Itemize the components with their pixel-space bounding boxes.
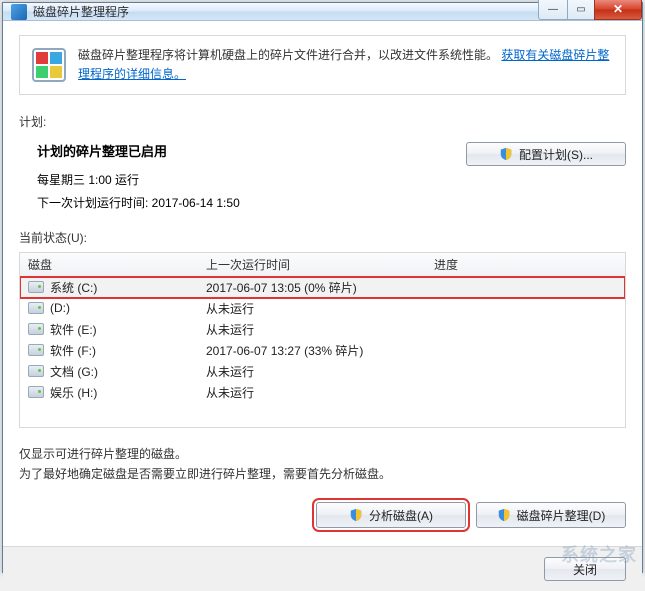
progress-cell	[426, 319, 625, 340]
minimize-button[interactable]: —	[538, 0, 568, 20]
table-row[interactable]: (D:) 从未运行	[20, 298, 625, 319]
status-label: 当前状态(U):	[19, 229, 626, 246]
progress-cell	[426, 340, 625, 361]
defrag-button-label: 磁盘碎片整理(D)	[517, 507, 606, 524]
disk-name: 文档 (G:)	[50, 363, 98, 380]
configure-button-label: 配置计划(S)...	[519, 146, 593, 163]
drive-icon	[28, 365, 44, 377]
drive-icon	[28, 302, 44, 314]
schedule-line2: 下一次计划运行时间: 2017-06-14 1:50	[37, 192, 448, 215]
progress-cell	[426, 361, 625, 382]
analyze-button[interactable]: 分析磁盘(A)	[316, 502, 466, 528]
disk-cell: 软件 (F:)	[20, 340, 198, 361]
last-run-cell: 从未运行	[198, 298, 426, 319]
defrag-window: 磁盘碎片整理程序 — ▭ ✕ 磁盘碎片整理程序将计算机硬盘上的碎片文件进行合并，…	[2, 2, 643, 573]
col-last-header[interactable]: 上一次运行时间	[198, 253, 426, 276]
close-bar: 关闭	[3, 546, 642, 591]
titlebar: 磁盘碎片整理程序 — ▭ ✕	[3, 3, 642, 21]
close-button[interactable]: 关闭	[544, 557, 626, 581]
progress-cell	[426, 382, 625, 403]
disk-name: (D:)	[50, 301, 70, 315]
schedule-line1: 每星期三 1:00 运行	[37, 169, 448, 192]
disk-cell: 系统 (C:)	[20, 277, 198, 298]
shield-icon	[499, 147, 513, 161]
footer-line1: 仅显示可进行碎片整理的磁盘。	[19, 444, 626, 464]
drive-icon	[28, 323, 44, 335]
schedule-row: 计划的碎片整理已启用 每星期三 1:00 运行 下一次计划运行时间: 2017-…	[19, 140, 626, 214]
info-message: 磁盘碎片整理程序将计算机硬盘上的碎片文件进行合并，以改进文件系统性能。 获取有关…	[78, 46, 613, 84]
maximize-button[interactable]: ▭	[567, 0, 595, 20]
app-icon	[11, 4, 27, 20]
table-row[interactable]: 系统 (C:) 2017-06-07 13:05 (0% 碎片)	[20, 277, 625, 298]
schedule-heading: 计划的碎片整理已启用	[37, 140, 448, 165]
configure-schedule-button[interactable]: 配置计划(S)...	[466, 142, 626, 166]
disk-name: 软件 (F:)	[50, 342, 96, 359]
table-row[interactable]: 娱乐 (H:) 从未运行	[20, 382, 625, 403]
window-buttons: — ▭ ✕	[539, 0, 642, 20]
col-progress-header[interactable]: 进度	[426, 253, 625, 276]
progress-cell	[426, 298, 625, 319]
action-row: 分析磁盘(A) 磁盘碎片整理(D)	[19, 502, 626, 528]
schedule-text: 计划的碎片整理已启用 每星期三 1:00 运行 下一次计划运行时间: 2017-…	[19, 140, 448, 214]
last-run-cell: 从未运行	[198, 382, 426, 403]
disk-name: 娱乐 (H:)	[50, 384, 97, 401]
disk-table: 磁盘 上一次运行时间 进度 系统 (C:) 2017-06-07 13:05 (0…	[19, 252, 626, 428]
disk-cell: 软件 (E:)	[20, 319, 198, 340]
defrag-button[interactable]: 磁盘碎片整理(D)	[476, 502, 626, 528]
col-disk-header[interactable]: 磁盘	[20, 253, 198, 276]
drive-icon	[28, 386, 44, 398]
last-run-cell: 从未运行	[198, 361, 426, 382]
last-run-cell: 2017-06-07 13:27 (33% 碎片)	[198, 340, 426, 361]
disk-name: 软件 (E:)	[50, 321, 97, 338]
table-row[interactable]: 文档 (G:) 从未运行	[20, 361, 625, 382]
window-close-button[interactable]: ✕	[594, 0, 642, 20]
content-area: 磁盘碎片整理程序将计算机硬盘上的碎片文件进行合并，以改进文件系统性能。 获取有关…	[3, 21, 642, 546]
footer-note: 仅显示可进行碎片整理的磁盘。 为了最好地确定磁盘是否需要立即进行碎片整理，需要首…	[19, 444, 626, 485]
progress-cell	[426, 277, 625, 298]
disk-name: 系统 (C:)	[50, 279, 97, 296]
analyze-button-label: 分析磁盘(A)	[369, 507, 433, 524]
table-body: 系统 (C:)2017-06-07 13:05 (0% 碎片)(D:)从未运行软…	[20, 277, 625, 403]
drive-icon	[28, 344, 44, 356]
window-title: 磁盘碎片整理程序	[33, 3, 539, 20]
drive-icon	[28, 281, 44, 293]
info-banner: 磁盘碎片整理程序将计算机硬盘上的碎片文件进行合并，以改进文件系统性能。 获取有关…	[19, 35, 626, 95]
close-button-label: 关闭	[573, 561, 597, 578]
last-run-cell: 2017-06-07 13:05 (0% 碎片)	[198, 277, 426, 298]
disk-cell: 娱乐 (H:)	[20, 382, 198, 403]
table-header: 磁盘 上一次运行时间 进度	[20, 253, 625, 277]
shield-icon	[349, 508, 363, 522]
last-run-cell: 从未运行	[198, 319, 426, 340]
defrag-icon	[30, 46, 68, 84]
footer-line2: 为了最好地确定磁盘是否需要立即进行碎片整理，需要首先分析磁盘。	[19, 464, 626, 484]
plan-label: 计划:	[19, 113, 626, 130]
info-text: 磁盘碎片整理程序将计算机硬盘上的碎片文件进行合并，以改进文件系统性能。	[78, 48, 498, 62]
disk-cell: 文档 (G:)	[20, 361, 198, 382]
table-row[interactable]: 软件 (E:) 从未运行	[20, 319, 625, 340]
table-row[interactable]: 软件 (F:) 2017-06-07 13:27 (33% 碎片)	[20, 340, 625, 361]
shield-icon	[497, 508, 511, 522]
disk-cell: (D:)	[20, 298, 198, 319]
